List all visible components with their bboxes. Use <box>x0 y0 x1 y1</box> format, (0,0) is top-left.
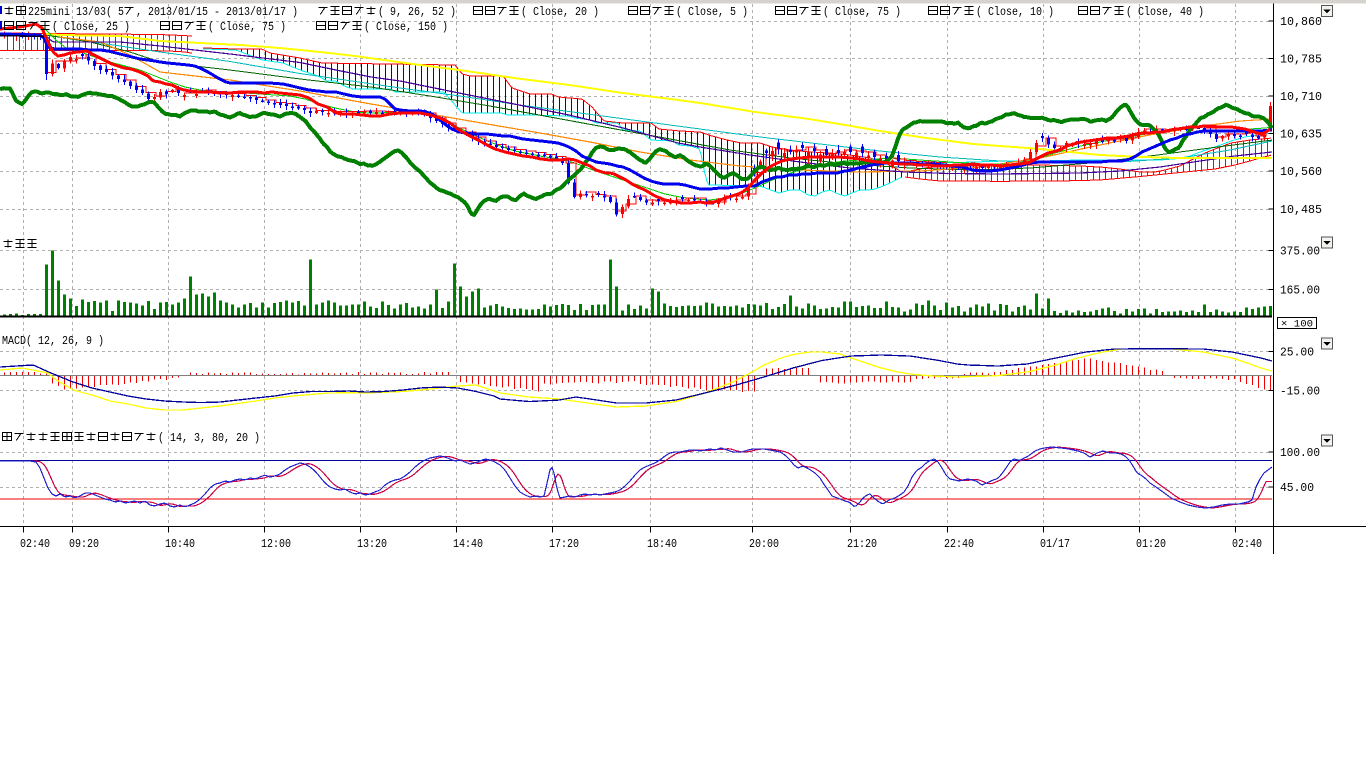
svg-text:10,485: 10,485 <box>1280 203 1322 217</box>
svg-text:01/17: 01/17 <box>1040 537 1070 551</box>
svg-text:( Close, 40 ): ( Close, 40 ) <box>1126 5 1204 19</box>
svg-text:( Close, 25 ): ( Close, 25 ) <box>52 20 130 34</box>
svg-text:10,860: 10,860 <box>1280 15 1322 29</box>
svg-text:( Close, 10 ): ( Close, 10 ) <box>976 5 1054 19</box>
svg-text:( Close, 5 ): ( Close, 5 ) <box>676 5 748 19</box>
svg-text:× 100: × 100 <box>1281 320 1313 331</box>
svg-text:( Close, 75 ): ( Close, 75 ) <box>208 20 286 34</box>
svg-text:10,635: 10,635 <box>1280 128 1322 142</box>
svg-text:20:00: 20:00 <box>749 537 779 551</box>
svg-text:22:40: 22:40 <box>944 537 974 551</box>
svg-text:225mini 13/03( 5: 225mini 13/03( 5 <box>28 5 124 19</box>
svg-text:18:40: 18:40 <box>647 537 677 551</box>
svg-text:, 2013/01/15 - 2013/01/17 ): , 2013/01/15 - 2013/01/17 ) <box>136 5 298 19</box>
svg-text:100.00: 100.00 <box>1280 446 1320 460</box>
svg-text:01:20: 01:20 <box>1136 537 1166 551</box>
svg-text:02:40: 02:40 <box>20 537 50 551</box>
svg-text:( 9, 26, 52 ): ( 9, 26, 52 ) <box>378 5 456 19</box>
svg-text:10,560: 10,560 <box>1280 165 1322 179</box>
svg-text:14:40: 14:40 <box>453 537 483 551</box>
svg-text:10:40: 10:40 <box>165 537 195 551</box>
svg-text:02:40: 02:40 <box>1232 537 1262 551</box>
svg-text:10,785: 10,785 <box>1280 53 1322 67</box>
svg-text:MACD( 12, 26, 9 ): MACD( 12, 26, 9 ) <box>2 334 104 348</box>
svg-text:165.00: 165.00 <box>1280 284 1320 298</box>
svg-text:12:00: 12:00 <box>261 537 291 551</box>
svg-text:21:20: 21:20 <box>847 537 877 551</box>
svg-text:-15.00: -15.00 <box>1280 384 1320 398</box>
svg-text:09:20: 09:20 <box>69 537 99 551</box>
svg-text:375.00: 375.00 <box>1280 245 1320 259</box>
svg-text:( 14, 3, 80, 20 ): ( 14, 3, 80, 20 ) <box>158 431 260 445</box>
svg-text:25.00: 25.00 <box>1280 346 1314 360</box>
svg-text:10,710: 10,710 <box>1280 90 1322 104</box>
svg-text:45.00: 45.00 <box>1280 481 1314 495</box>
svg-text:17:20: 17:20 <box>549 537 579 551</box>
svg-text:( Close, 150 ): ( Close, 150 ) <box>364 20 448 34</box>
svg-text:( Close, 20 ): ( Close, 20 ) <box>521 5 599 19</box>
svg-text:( Close, 75 ): ( Close, 75 ) <box>823 5 901 19</box>
svg-text:13:20: 13:20 <box>357 537 387 551</box>
